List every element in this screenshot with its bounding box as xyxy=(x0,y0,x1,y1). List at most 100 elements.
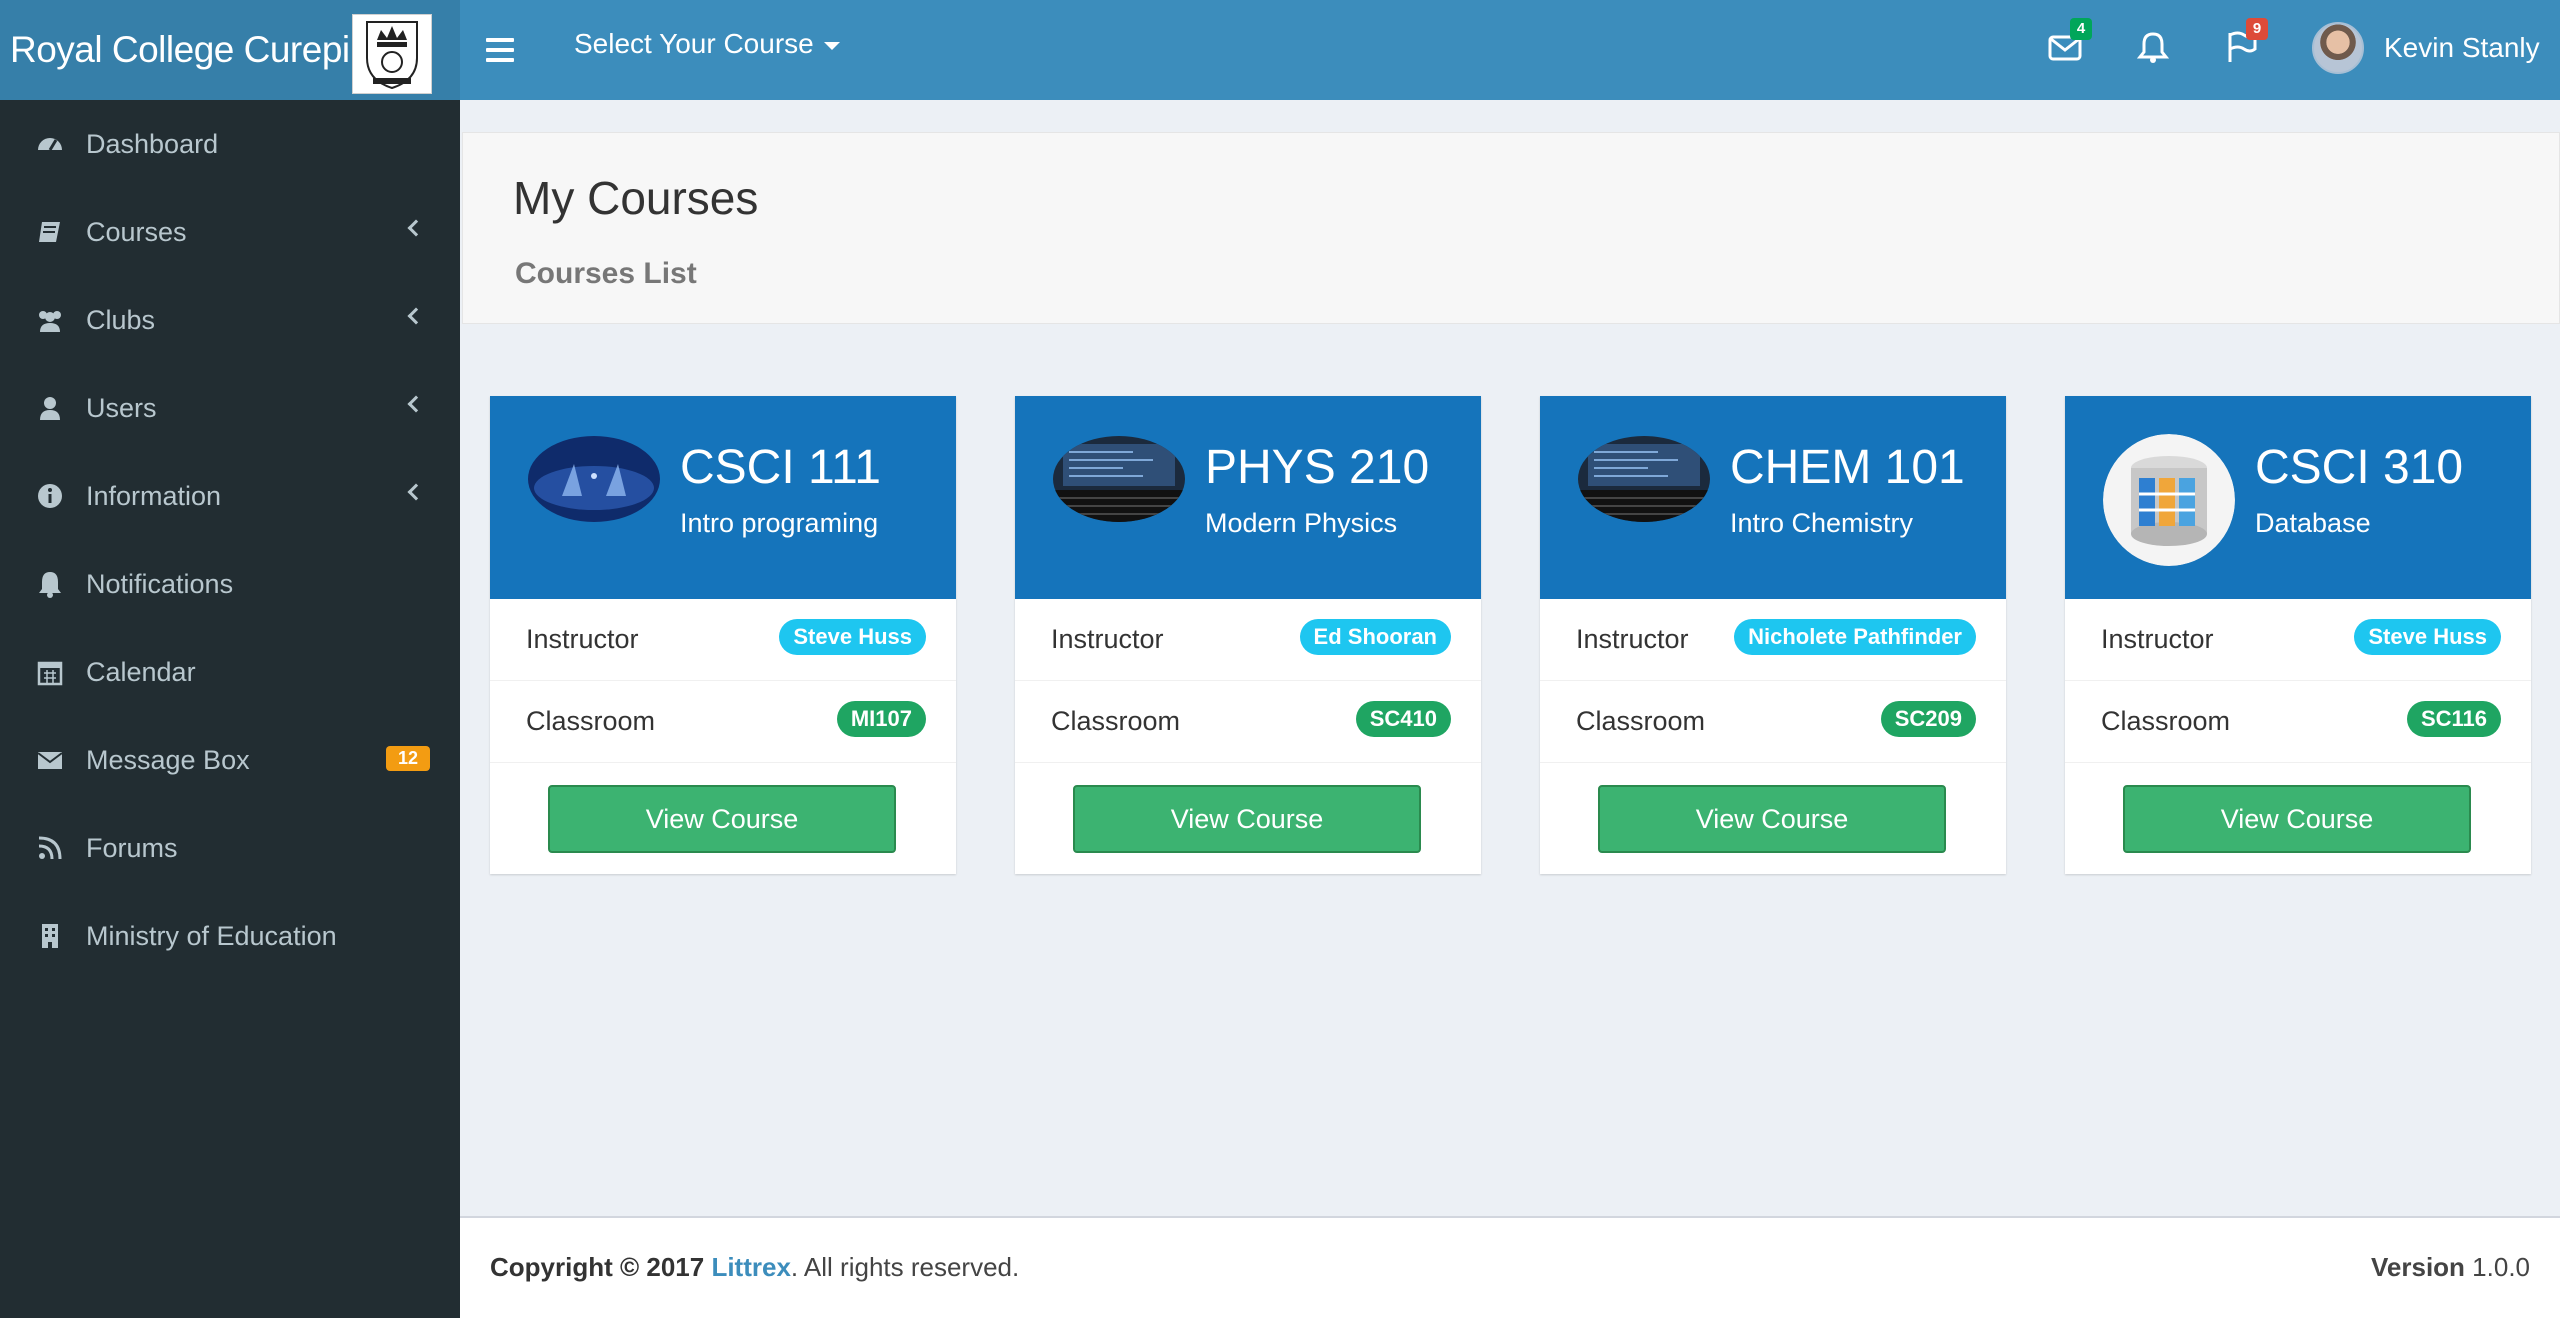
course-card: CSCI 111 Intro programing Instructor Ste… xyxy=(490,396,956,874)
course-image xyxy=(528,436,660,522)
sidebar-item-dashboard[interactable]: Dashboard xyxy=(0,100,460,188)
instructor-row: Instructor Steve Huss xyxy=(2065,599,2531,681)
version-info: Version 1.0.0 xyxy=(2371,1252,2530,1283)
course-select-label: Select Your Course xyxy=(574,28,814,59)
instructor-row: Instructor Nicholete Pathfinder xyxy=(1540,599,2006,681)
sidebar-item-forums[interactable]: Forums xyxy=(0,804,460,892)
brand-area[interactable]: Royal College Curepipe xyxy=(0,0,460,100)
sidebar-item-label: Users xyxy=(86,392,157,423)
chevron-left-icon xyxy=(407,219,425,237)
rights-text: . All rights reserved. xyxy=(790,1252,1020,1282)
classroom-row: Classroom SC410 xyxy=(1015,681,1481,763)
sidebar-item-label: Courses xyxy=(86,216,187,247)
user-icon xyxy=(40,397,60,420)
chevron-left-icon xyxy=(407,395,425,413)
classroom-badge: MI107 xyxy=(836,701,926,737)
page-title: My Courses xyxy=(513,172,759,224)
sidebar-item-information[interactable]: Information xyxy=(0,452,460,540)
sidebar-item-message-box[interactable]: Message Box 12 xyxy=(0,716,460,804)
classroom-label: Classroom xyxy=(1051,706,1181,736)
instructor-label: Instructor xyxy=(1576,624,1689,654)
user-name: Kevin Stanly xyxy=(2384,32,2540,63)
sidebar-item-notifications[interactable]: Notifications xyxy=(0,540,460,628)
messages-menu[interactable]: 4 xyxy=(2048,18,2092,70)
course-image xyxy=(2103,434,2235,566)
instructor-label: Instructor xyxy=(2101,624,2214,654)
building-icon xyxy=(42,924,58,948)
copyright-text: Copyright © 2017 Littrex. All rights res… xyxy=(490,1252,1019,1283)
view-course-button[interactable]: View Course xyxy=(1073,785,1421,853)
flags-count-badge: 9 xyxy=(2246,18,2268,40)
content-header: My Courses Courses List xyxy=(462,132,2560,324)
user-menu[interactable]: Kevin Stanly xyxy=(2312,22,2540,74)
classroom-label: Classroom xyxy=(526,706,656,736)
sidebar-item-users[interactable]: Users xyxy=(0,364,460,452)
course-select-dropdown[interactable]: Select Your Course xyxy=(574,28,840,60)
course-name: Modern Physics xyxy=(1205,508,1398,538)
sidebar: Dashboard Courses Clubs Users Informatio… xyxy=(0,100,460,1318)
sidebar-item-label: Information xyxy=(86,480,222,511)
course-code: CSCI 111 xyxy=(680,441,881,494)
course-card: CHEM 101 Intro Chemistry Instructor Nich… xyxy=(1540,396,2006,874)
users-group-icon xyxy=(39,311,61,332)
view-course-button[interactable]: View Course xyxy=(548,785,896,853)
classroom-badge: SC410 xyxy=(1355,701,1451,737)
view-course-button[interactable]: View Course xyxy=(1598,785,1946,853)
version-value: 1.0.0 xyxy=(2472,1252,2530,1282)
company-link[interactable]: Littrex xyxy=(711,1252,790,1282)
bell-icon xyxy=(2136,32,2170,63)
info-icon xyxy=(38,484,62,508)
course-card: CSCI 310 Database Instructor Steve Huss … xyxy=(2065,396,2531,874)
sidebar-item-calendar[interactable]: Calendar xyxy=(0,628,460,716)
sidebar-item-label: Ministry of Education xyxy=(86,920,337,951)
course-card-header: CHEM 101 Intro Chemistry xyxy=(1540,396,2006,599)
sidebar-item-clubs[interactable]: Clubs xyxy=(0,276,460,364)
sidebar-item-label: Message Box xyxy=(86,744,250,775)
tasks-menu[interactable]: 9 xyxy=(2224,18,2268,70)
instructor-row: Instructor Ed Shooran xyxy=(1015,599,1481,681)
instructor-badge: Steve Huss xyxy=(779,619,926,655)
chevron-left-icon xyxy=(407,307,425,325)
instructor-badge: Steve Huss xyxy=(2354,619,2501,655)
course-image xyxy=(1578,436,1710,522)
course-name: Intro programing xyxy=(680,508,879,538)
brand-name: Royal College Curepipe xyxy=(10,29,390,70)
school-crest-logo xyxy=(352,14,432,94)
classroom-label: Classroom xyxy=(1576,706,1706,736)
caret-down-icon xyxy=(823,42,840,50)
footer: Copyright © 2017 Littrex. All rights res… xyxy=(460,1216,2560,1318)
sidebar-item-courses[interactable]: Courses xyxy=(0,188,460,276)
sidebar-toggle-button[interactable] xyxy=(486,38,514,62)
notifications-menu[interactable] xyxy=(2136,30,2176,70)
version-label: Version xyxy=(2371,1252,2465,1282)
sidebar-item-label: Calendar xyxy=(86,656,196,687)
sidebar-item-label: Forums xyxy=(86,832,178,863)
course-card-header: CSCI 111 Intro programing xyxy=(490,396,956,599)
classroom-badge: SC209 xyxy=(1880,701,1976,737)
feed-icon xyxy=(38,836,62,860)
sidebar-item-label: Notifications xyxy=(86,568,234,599)
envelope-icon xyxy=(37,752,63,769)
dashboard-icon xyxy=(38,138,62,151)
classroom-label: Classroom xyxy=(2101,706,2231,736)
course-image xyxy=(1053,436,1185,522)
classroom-row: Classroom MI107 xyxy=(490,681,956,763)
course-name: Intro Chemistry xyxy=(1730,508,1914,538)
message-count-badge: 12 xyxy=(385,746,430,771)
view-course-button[interactable]: View Course xyxy=(2123,785,2471,853)
calendar-icon xyxy=(37,661,63,686)
instructor-row: Instructor Steve Huss xyxy=(490,599,956,681)
classroom-row: Classroom SC209 xyxy=(1540,681,2006,763)
bell-icon xyxy=(39,572,61,598)
instructor-badge: Nicholete Pathfinder xyxy=(1734,619,1976,655)
course-name: Database xyxy=(2255,508,2371,538)
classroom-badge: SC116 xyxy=(2406,701,2501,737)
instructor-badge: Ed Shooran xyxy=(1299,619,1451,655)
chevron-left-icon xyxy=(407,483,425,501)
page-subtitle: Courses List xyxy=(515,257,697,290)
messages-count-badge: 4 xyxy=(2070,18,2092,40)
user-avatar xyxy=(2312,22,2364,74)
sidebar-item-ministry-of-education[interactable]: Ministry of Education xyxy=(0,892,460,980)
sidebar-item-label: Dashboard xyxy=(86,128,219,159)
course-card-header: PHYS 210 Modern Physics xyxy=(1015,396,1481,599)
